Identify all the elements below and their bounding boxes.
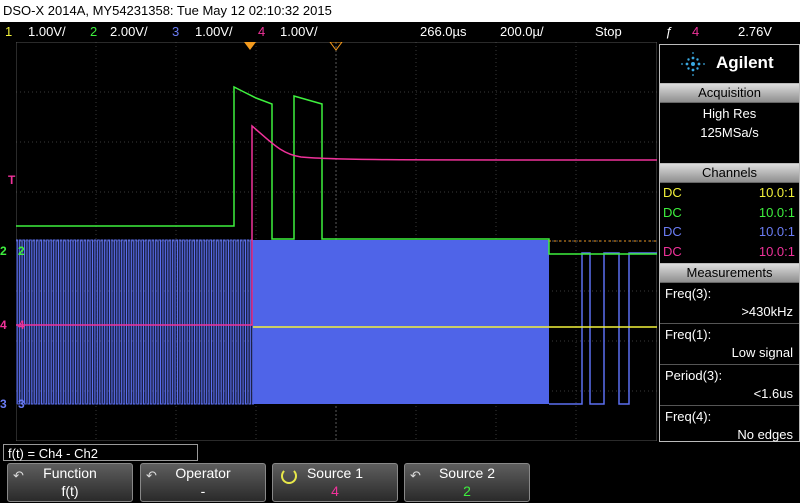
channel-row[interactable]: DC 10.0:1	[660, 242, 799, 262]
ch4-ground-marker[interactable]: 4	[0, 318, 7, 332]
brand-logo: Agilent	[659, 44, 800, 84]
window-title: DSO-X 2014A, MY54231358: Tue May 12 02:1…	[0, 0, 800, 22]
trigger-level[interactable]: 2.76V	[738, 22, 772, 42]
channel-probe-ratio: 10.0:1	[758, 224, 795, 239]
ch4-marker-label: 4	[0, 318, 7, 332]
function-softkey-value: f(t)	[61, 483, 79, 499]
operator-softkey[interactable]: ↶ Operator -	[140, 463, 266, 502]
channel-coupling: DC	[663, 243, 682, 259]
channel-coupling: DC	[663, 204, 682, 220]
source1-softkey-label: Source 1	[306, 465, 364, 481]
measurement-label: Freq(3):	[665, 286, 712, 301]
ch1-scale[interactable]: 1.00V/	[28, 22, 66, 42]
channels-header: Channels	[660, 164, 799, 183]
softkey-bar: f(t) = Ch4 - Ch2 ↶ Function f(t) ↶ Opera…	[0, 443, 800, 503]
ch4-number[interactable]: 4	[258, 22, 265, 42]
ch3-ground-marker[interactable]: 3	[0, 397, 7, 411]
measurement-item[interactable]: Freq(4): No edges	[660, 406, 799, 446]
ch2-marker-2[interactable]: 2	[18, 244, 25, 258]
ch4-marker-label-2: 4	[18, 318, 25, 332]
run-state[interactable]: Stop	[595, 22, 622, 42]
agilent-spark-icon	[681, 52, 705, 76]
channel-probe-ratio: 10.0:1	[758, 204, 795, 220]
timebase-value[interactable]: 200.0µ/	[500, 22, 544, 42]
trigger-level-marker[interactable]: T	[8, 173, 15, 187]
function-softkey[interactable]: ↶ Function f(t)	[7, 463, 133, 502]
ch2-number[interactable]: 2	[90, 22, 97, 42]
ch4-marker-2[interactable]: 4	[18, 318, 25, 332]
measurement-label: Period(3):	[665, 368, 723, 383]
measurement-label: Freq(4):	[665, 409, 712, 424]
source1-softkey[interactable]: Source 1 4	[272, 463, 398, 502]
measurement-label: Freq(1):	[665, 327, 712, 342]
ch3-filled-burst	[253, 240, 549, 404]
measurement-item[interactable]: Period(3): <1.6us	[660, 365, 799, 405]
ch1-number[interactable]: 1	[5, 22, 12, 42]
trigger-source[interactable]: 4	[692, 22, 699, 42]
acquisition-panel[interactable]: Acquisition High Res 125MSa/s	[659, 83, 800, 164]
ch4-scale[interactable]: 1.00V/	[280, 22, 318, 42]
acquisition-header: Acquisition	[660, 84, 799, 103]
ch3-marker-label-2: 3	[18, 397, 25, 411]
right-panel: Agilent Acquisition High Res 125MSa/s Ch…	[659, 44, 800, 442]
ch2-scale[interactable]: 2.00V/	[110, 22, 148, 42]
measurement-value: Low signal	[731, 345, 793, 360]
acquisition-mode: High Res	[702, 106, 757, 121]
measurement-list: Freq(3): >430kHz Freq(1): Low signal Period(…	[660, 283, 799, 446]
ch2-marker-label-2: 2	[18, 244, 25, 258]
measurements-panel[interactable]: Measurements Freq(3): >430kHz Freq(1): Low …	[659, 263, 800, 442]
source1-softkey-value: 4	[331, 483, 339, 499]
math-formula: f(t) = Ch4 - Ch2	[3, 444, 198, 461]
measurement-item[interactable]: Freq(3): >430kHz	[660, 283, 799, 323]
ch3-number[interactable]: 3	[172, 22, 179, 42]
operator-softkey-label: Operator	[175, 465, 231, 481]
channel-probe-ratio: 10.0:1	[758, 243, 795, 259]
channel-rows: DC 10.0:1 DC 10.0:1 DC 10.0:1 DC 10.0:1	[660, 183, 799, 261]
waveform-display[interactable]	[16, 42, 657, 441]
source2-softkey-label: Source 2	[438, 465, 496, 481]
channel-row[interactable]: DC 10.0:1	[660, 203, 799, 223]
measurement-item[interactable]: Freq(1): Low signal	[660, 324, 799, 364]
trigger-marker-label: T	[8, 173, 16, 187]
delay-value[interactable]: 266.0µs	[420, 22, 467, 42]
trigger-slope-icon: ƒ	[665, 24, 673, 39]
function-softkey-label: Function	[43, 465, 97, 481]
channels-panel[interactable]: Channels DC 10.0:1 DC 10.0:1 DC 10.0:1 DC 10.0:…	[659, 163, 800, 264]
channel-coupling: DC	[663, 224, 682, 239]
measurement-value: No edges	[737, 427, 793, 442]
sample-rate: 125MSa/s	[700, 125, 759, 140]
ch2-ground-marker[interactable]: 2	[0, 244, 7, 258]
channel-row[interactable]: DC 10.0:1	[660, 222, 799, 242]
ch3-dense-trace	[16, 239, 254, 405]
brand-name: Agilent	[716, 53, 774, 72]
ch3-scale[interactable]: 1.00V/	[195, 22, 233, 42]
operator-softkey-value: -	[200, 483, 206, 499]
status-bar: 1 1.00V/ 2 2.00V/ 3 1.00V/ 4 1.00V/ 266.…	[0, 22, 800, 42]
channel-row[interactable]: DC 10.0:1	[660, 183, 799, 203]
source2-softkey-value: 2	[463, 483, 471, 499]
channel-coupling: DC	[663, 185, 682, 200]
channel-probe-ratio: 10.0:1	[758, 185, 795, 200]
ch3-marker-label: 3	[0, 397, 7, 411]
measurement-value: <1.6us	[753, 386, 793, 401]
measurements-header: Measurements	[660, 264, 799, 283]
source2-softkey[interactable]: ↶ Source 2 2	[404, 463, 530, 502]
ch2-marker-label: 2	[0, 244, 7, 258]
ch3-marker-2[interactable]: 3	[18, 397, 25, 411]
measurement-value: >430kHz	[741, 304, 793, 319]
